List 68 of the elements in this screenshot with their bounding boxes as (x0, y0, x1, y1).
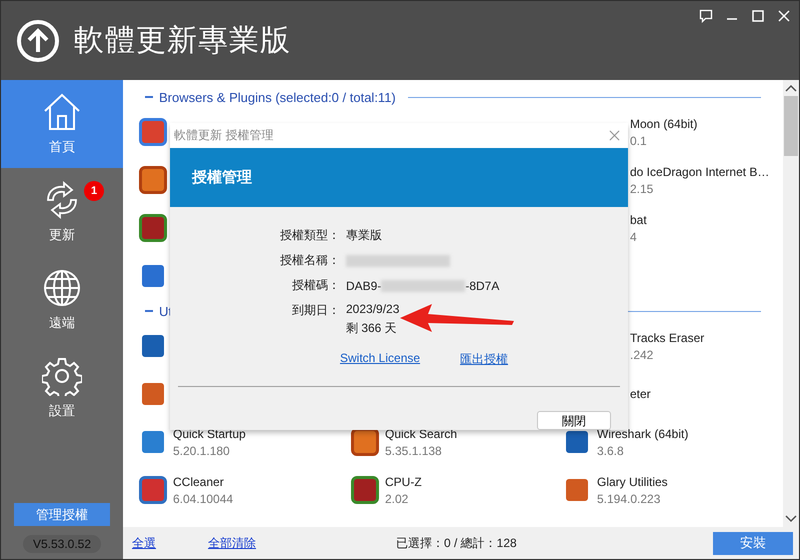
dialog-header: 授權管理 (170, 148, 628, 207)
app-version: 2.02 (385, 492, 410, 506)
code-end: -8D7A (465, 278, 500, 292)
app-name[interactable]: bat (630, 212, 647, 226)
dialog-link[interactable]: 匯出授權 (460, 351, 508, 368)
app-icon (139, 476, 167, 504)
manage-license-button[interactable]: 管理授權 (14, 503, 110, 526)
app-version: 0.1 (630, 134, 648, 148)
maximize-icon[interactable] (751, 9, 765, 23)
feedback-icon[interactable] (699, 9, 713, 23)
clear-all-link[interactable]: 全部清除 (208, 534, 256, 552)
app-name[interactable]: Glary Utilities (597, 474, 668, 488)
field-label: 授權類型： (279, 227, 340, 244)
sidebar-item[interactable]: 首頁 (1, 80, 123, 168)
globe-icon (42, 268, 82, 308)
app-name[interactable]: Quick Startup (173, 426, 246, 440)
window-title: 軟體更新專業版 (74, 23, 291, 59)
field-value: 專業版 (346, 227, 382, 244)
sidebar-item[interactable]: 遠端 (1, 256, 123, 344)
notification-badge: 1 (84, 181, 104, 201)
sidebar-item[interactable]: 設置 (1, 344, 123, 432)
field-label: 到期日： (291, 302, 340, 319)
app-icon (351, 476, 379, 504)
version-label: V5.53.0.52 (22, 535, 102, 553)
app-name[interactable]: CCleaner (173, 474, 234, 488)
app-icon (139, 332, 167, 360)
app-version: 4 (630, 230, 638, 244)
app-version: 6.04.10044 (173, 492, 234, 506)
field-value: 2023/9/23 (346, 302, 400, 316)
section-header[interactable]: Browsers & Plugins (selected:0 / total:11) (159, 90, 396, 104)
app-version: .242 (630, 348, 654, 362)
scroll-down-icon[interactable] (785, 515, 797, 523)
app-icon (139, 380, 167, 408)
settings-icon (42, 356, 82, 396)
code-start: DAB9- (346, 278, 382, 292)
select-all-link[interactable]: 全選 (132, 534, 156, 552)
app-icon (139, 262, 167, 290)
scroll-up-icon[interactable] (785, 84, 797, 92)
app-icon (139, 118, 167, 146)
app-version: 5.35.1.138 (385, 444, 443, 458)
field-label: 授權碼： (291, 277, 340, 294)
app-name[interactable]: eter (630, 387, 651, 401)
app-version: 5.194.0.223 (597, 492, 662, 506)
app-name[interactable]: Quick Search (385, 426, 458, 440)
selection-summary: 已選擇：0 / 總計：128 (396, 534, 517, 552)
app-icon (351, 428, 379, 456)
app-icon (563, 476, 591, 504)
app-version: 2.15 (630, 182, 654, 196)
app-version: 3.6.8 (597, 444, 625, 458)
app-icon (139, 428, 167, 456)
app-name[interactable]: do IceDragon Internet B… (630, 164, 770, 178)
app-name[interactable]: CPU-Z (385, 474, 422, 488)
app-name[interactable]: Tracks Eraser (630, 330, 704, 344)
app-icon (139, 214, 167, 242)
dialog-title: 軟體更新 授權管理 (174, 126, 274, 144)
scrollbar-thumb[interactable] (784, 96, 798, 156)
app-icon (139, 166, 167, 194)
install-button[interactable]: 安裝 (713, 532, 793, 554)
app-icon (563, 428, 591, 456)
app-version: 5.20.1.180 (173, 444, 231, 458)
field-value: 剩 366 天 (346, 320, 398, 337)
field-label: 授權名稱： (279, 252, 340, 269)
close-button[interactable]: 關閉 (537, 411, 611, 430)
sidebar-item[interactable]: 更新 1 (1, 168, 123, 256)
dialog-link[interactable]: Switch License (340, 351, 420, 368)
app-name[interactable]: Moon (64bit) (630, 116, 698, 130)
logo-icon (16, 18, 60, 62)
home-icon (42, 92, 82, 132)
